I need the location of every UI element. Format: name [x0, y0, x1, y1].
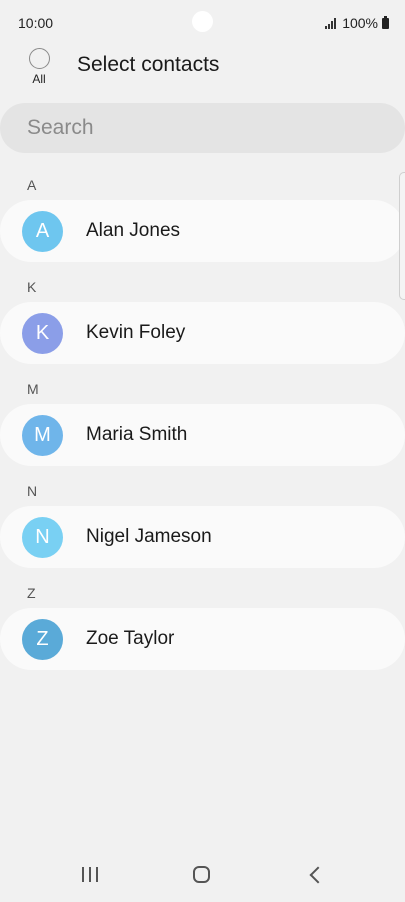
- section-header: N: [27, 483, 38, 499]
- status-bar: 10:00 100%: [0, 0, 405, 46]
- signal-icon: [325, 17, 337, 29]
- back-icon[interactable]: [296, 864, 336, 888]
- contact-name: Alan Jones: [86, 220, 181, 241]
- section-header: K: [27, 279, 37, 295]
- home-icon[interactable]: [182, 864, 222, 888]
- contact-row[interactable]: K Kevin Foley: [0, 302, 405, 364]
- battery-icon: [382, 15, 389, 29]
- recent-apps-icon[interactable]: [70, 864, 110, 888]
- section-header: M: [27, 381, 39, 397]
- avatar: Z: [22, 619, 63, 660]
- contact-list: A A Alan Jones K K Kevin Foley M M Maria…: [0, 170, 405, 680]
- avatar: N: [22, 517, 63, 558]
- status-indicators: 100%: [325, 15, 389, 31]
- contact-name: Nigel Jameson: [86, 526, 212, 547]
- section-k: K K Kevin Foley: [0, 272, 405, 364]
- contact-name: Maria Smith: [86, 424, 188, 445]
- camera-cutout: [192, 11, 213, 32]
- battery-percent: 100%: [342, 15, 378, 31]
- select-all-control[interactable]: All: [26, 48, 52, 86]
- section-header: Z: [27, 585, 36, 601]
- fast-scroll-index[interactable]: [399, 172, 405, 300]
- select-all-label: All: [32, 72, 46, 86]
- section-z: Z Z Zoe Taylor: [0, 578, 405, 670]
- navigation-bar: [0, 848, 405, 902]
- search-bar[interactable]: [0, 103, 405, 153]
- page-title: Select contacts: [77, 53, 220, 76]
- header: All Select contacts: [0, 46, 405, 98]
- section-n: N N Nigel Jameson: [0, 476, 405, 568]
- section-header: A: [27, 177, 37, 193]
- contact-row[interactable]: A Alan Jones: [0, 200, 405, 262]
- contact-row[interactable]: M Maria Smith: [0, 404, 405, 466]
- status-time: 10:00: [18, 15, 54, 31]
- search-input[interactable]: [0, 103, 405, 153]
- avatar: M: [22, 415, 63, 456]
- avatar: A: [22, 211, 63, 252]
- contact-row[interactable]: N Nigel Jameson: [0, 506, 405, 568]
- contact-name: Zoe Taylor: [86, 628, 175, 649]
- contact-name: Kevin Foley: [86, 322, 186, 343]
- section-a: A A Alan Jones: [0, 170, 405, 262]
- contact-row[interactable]: Z Zoe Taylor: [0, 608, 405, 670]
- select-all-checkbox[interactable]: [28, 48, 50, 69]
- section-m: M M Maria Smith: [0, 374, 405, 466]
- avatar: K: [22, 313, 63, 354]
